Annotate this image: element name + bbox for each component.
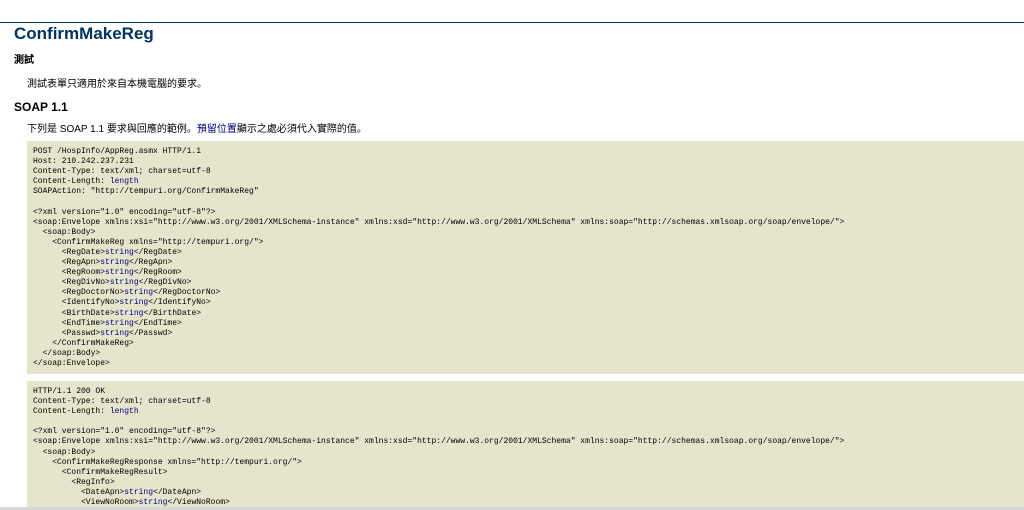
code-text: </RegDivNo> (138, 278, 192, 288)
soap11-description-lead: 下列是 SOAP 1.1 要求與回應的範例。 (27, 124, 197, 135)
code-text: <soap:Body> (33, 227, 96, 237)
code-text: </RegRoom> (133, 268, 182, 278)
soap11-description: 下列是 SOAP 1.1 要求與回應的範例。預留位置顯示之處必須代入實際的值。 (27, 124, 367, 136)
code-text: <RegDate> (33, 247, 106, 257)
code-text: <RegApn> (33, 258, 101, 268)
code-text: <RegRoom> (33, 268, 106, 278)
code-placeholder: string (138, 498, 168, 508)
code-text: </Passwd> (129, 328, 173, 338)
code-placeholder: string (119, 298, 149, 308)
code-text: <?xml version="1.0" encoding="utf-8"?> (33, 207, 216, 217)
soap-response-sample: HTTP/1.1 200 OK Content-Type: text/xml; … (27, 381, 1024, 510)
service-help-page: ConfirmMakeReg 測試 測試表單只適用於來自本機電腦的要求。 SOA… (0, 0, 1024, 510)
code-text: <DateApn> (33, 487, 125, 497)
code-text: </soap:Body> (33, 348, 101, 358)
code-text: </ViewNoRoom> (167, 498, 230, 508)
code-text: </RegApn> (129, 258, 173, 268)
code-text: <RegDoctorNo> (33, 288, 125, 298)
code-placeholder: string (124, 288, 154, 298)
code-placeholder: string (105, 318, 134, 328)
test-section-text: 測試表單只適用於來自本機電腦的要求。 (27, 79, 207, 90)
soap-request-code: POST /HospInfo/AppReg.asmx HTTP/1.1 Host… (33, 147, 1024, 369)
code-text: </BirthDate> (143, 308, 202, 318)
code-text: <soap:Envelope xmlns:xsi="http://www.w3.… (33, 437, 845, 447)
code-text: Content-Type: text/xml; charset=utf-8 (33, 167, 211, 177)
code-text: <ConfirmMakeReg xmlns="http://tempuri.or… (33, 237, 264, 247)
code-text: </DateApn> (153, 487, 202, 497)
code-text: <?xml version="1.0" encoding="utf-8"?> (33, 427, 216, 437)
code-text: <ConfirmMakeRegResponse xmlns="http://te… (33, 457, 302, 467)
code-text: </EndTime> (133, 318, 182, 328)
code-placeholder: length (109, 407, 139, 417)
code-text: <soap:Body> (33, 447, 96, 457)
code-placeholder: string (114, 308, 144, 318)
code-placeholder: string (109, 278, 139, 288)
code-text: <RegDivNo> (33, 278, 110, 288)
soap-response-code: HTTP/1.1 200 OK Content-Type: text/xml; … (33, 387, 1024, 508)
code-placeholder: string (100, 258, 130, 268)
code-text: </soap:Envelope> (33, 358, 110, 368)
code-placeholder: string (105, 268, 134, 278)
code-text: <soap:Envelope xmlns:xsi="http://www.w3.… (33, 217, 845, 227)
code-text: Content-Length: (33, 407, 110, 417)
code-text: </ConfirmMakeReg> (33, 338, 134, 348)
soap-request-sample: POST /HospInfo/AppReg.asmx HTTP/1.1 Host… (27, 141, 1024, 374)
header-rule (0, 22, 1024, 23)
placeholder-word: 預留位置 (196, 124, 237, 135)
page-title: ConfirmMakeReg (14, 24, 154, 43)
code-text: <EndTime> (33, 318, 106, 328)
code-text: </RegDate> (133, 247, 182, 257)
code-text: POST /HospInfo/AppReg.asmx HTTP/1.1 (33, 147, 202, 156)
code-placeholder: string (105, 247, 134, 257)
code-text: Host: 210.242.237.231 (33, 157, 134, 167)
code-text: <BirthDate> (33, 308, 115, 318)
code-text: SOAPAction: "http://tempuri.org/ConfirmM… (33, 187, 259, 197)
code-placeholder: string (100, 328, 130, 338)
code-placeholder: string (124, 487, 154, 497)
code-text: </IdentifyNo> (148, 298, 211, 308)
test-section-heading: 測試 (14, 55, 34, 66)
code-placeholder: length (109, 177, 139, 187)
code-text: <ConfirmMakeRegResult> (33, 467, 168, 477)
code-text: </RegDoctorNo> (153, 288, 221, 298)
code-text: <IdentifyNo> (33, 298, 120, 308)
soap11-description-tail: 顯示之處必須代入實際的值。 (236, 124, 367, 135)
code-text: <RegInfo> (33, 477, 115, 487)
code-text: Content-Type: text/xml; charset=utf-8 (33, 397, 211, 407)
code-text: HTTP/1.1 200 OK (33, 387, 106, 396)
code-text: <ViewNoRoom> (33, 498, 139, 508)
code-text: <Passwd> (33, 328, 101, 338)
soap11-heading: SOAP 1.1 (14, 100, 68, 114)
code-text: Content-Length: (33, 177, 110, 187)
